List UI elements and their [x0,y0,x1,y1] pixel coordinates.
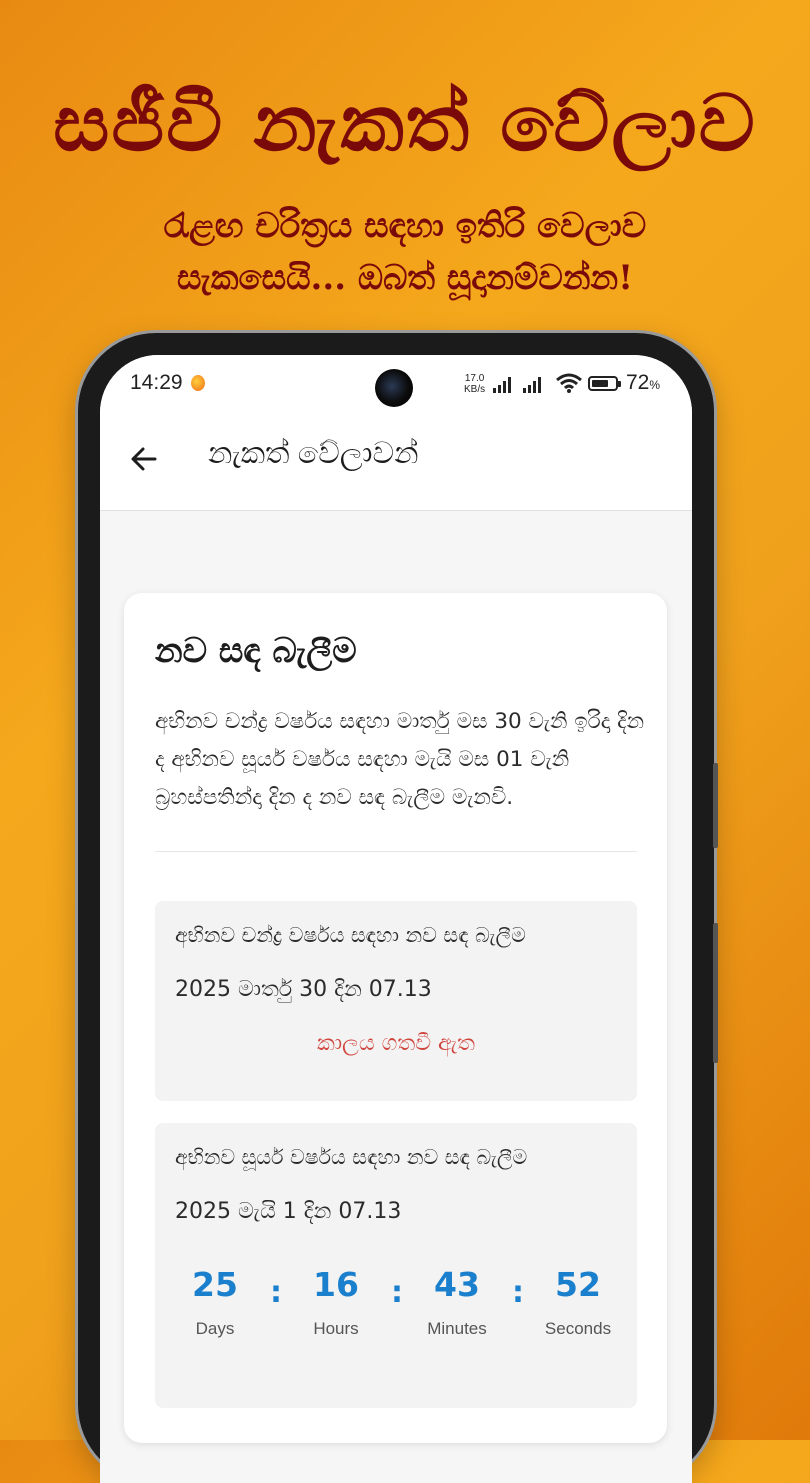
volume-button [713,763,718,848]
status-time: 14:29 [130,371,183,394]
phone-screen: 14:29 17.0 KB/s 72% නැකත් වේලාවන් නව සඳ … [100,355,692,1483]
status-bar: 14:29 17.0 KB/s 72% [100,355,692,415]
net-speed-unit: KB/s [464,384,486,395]
countdown-hours-value: 16 [313,1265,359,1304]
countdown-seconds-value: 52 [555,1265,601,1304]
back-button[interactable] [122,437,166,481]
promo-subtitle: රැළඟ චරිත්‍රය සඳහා ඉතිරි වෙලාව සැකසෙයි..… [60,200,750,304]
countdown-hours: 16 Hours [281,1263,391,1339]
card-description: අභිනව චන්ද්‍ර වර්ෂය සඳහා මාර්තු මස 30 වැ… [155,709,645,810]
countdown-minutes-label: Minutes [427,1319,487,1338]
wifi-icon [556,373,582,393]
countdown-hours-label: Hours [313,1319,359,1338]
countdown-timer: 25 Days : 16 Hours : 43 Minutes : 52 Sec… [155,1263,637,1353]
page-title: නැකත් වේලාවන් [208,437,419,470]
promo-subtitle-line-2: සැකසෙයි... ඔබත් සූදානම්වන්න! [176,258,634,298]
net-speed: 17.0 KB/s [464,373,485,395]
countdown-minutes-value: 43 [434,1265,480,1304]
event-date: 2025 මැයි 1 දින 07.13 [175,1199,402,1224]
front-camera [375,369,413,407]
signal-icon [493,377,511,393]
app-bar: නැකත් වේලාවන් [100,415,692,511]
divider [155,851,637,852]
battery-percent-sign: % [649,378,661,392]
phone-frame: 14:29 17.0 KB/s 72% නැකත් වේලාවන් නව සඳ … [78,333,718,1483]
promo-subtitle-line-1: රැළඟ චරිත්‍රය සඳහා ඉතිරි වෙලාව [163,206,647,246]
new-moon-card: නව සඳ බැලීම අභිනව චන්ද්‍ර වර්ෂය සඳහා මාර… [124,593,667,1443]
event-title: අභිනව සූර්ය වර්ෂය සඳහා නව සඳ බැලීම [175,1145,528,1169]
battery-percent: 72% [626,371,660,395]
countdown-minutes: 43 Minutes [402,1263,512,1339]
battery-percent-value: 72 [626,371,650,394]
countdown-seconds: 52 Seconds [523,1263,633,1339]
net-speed-value: 17.0 [464,373,485,384]
arrow-left-icon [131,447,157,471]
event-solar-new-year: අභිනව සූර්ය වර්ෂය සඳහා නව සඳ බැලීම 2025 … [155,1123,637,1408]
countdown-days-value: 25 [192,1265,238,1304]
countdown-days-label: Days [195,1319,235,1338]
event-title: අභිනව චන්ද්‍ර වර්ෂය සඳහා නව සඳ බැලීම [175,923,526,947]
event-date: 2025 මාර්තු 30 දින 07.13 [175,977,432,1002]
card-title: නව සඳ බැලීම [155,631,357,671]
notification-icon [191,375,205,391]
event-status-expired: කාලය ගතවී ඇත [316,1031,476,1056]
countdown-seconds-label: Seconds [544,1319,612,1338]
promo-title: සජීවී නැකත් වේලාව [53,78,757,169]
battery-icon [588,376,621,391]
countdown-days: 25 Days [160,1263,270,1339]
signal-icon-2 [523,377,541,393]
power-button [713,923,718,1063]
event-lunar-new-year: අභිනව චන්ද්‍ර වර්ෂය සඳහා නව සඳ බැලීම 202… [155,901,637,1101]
